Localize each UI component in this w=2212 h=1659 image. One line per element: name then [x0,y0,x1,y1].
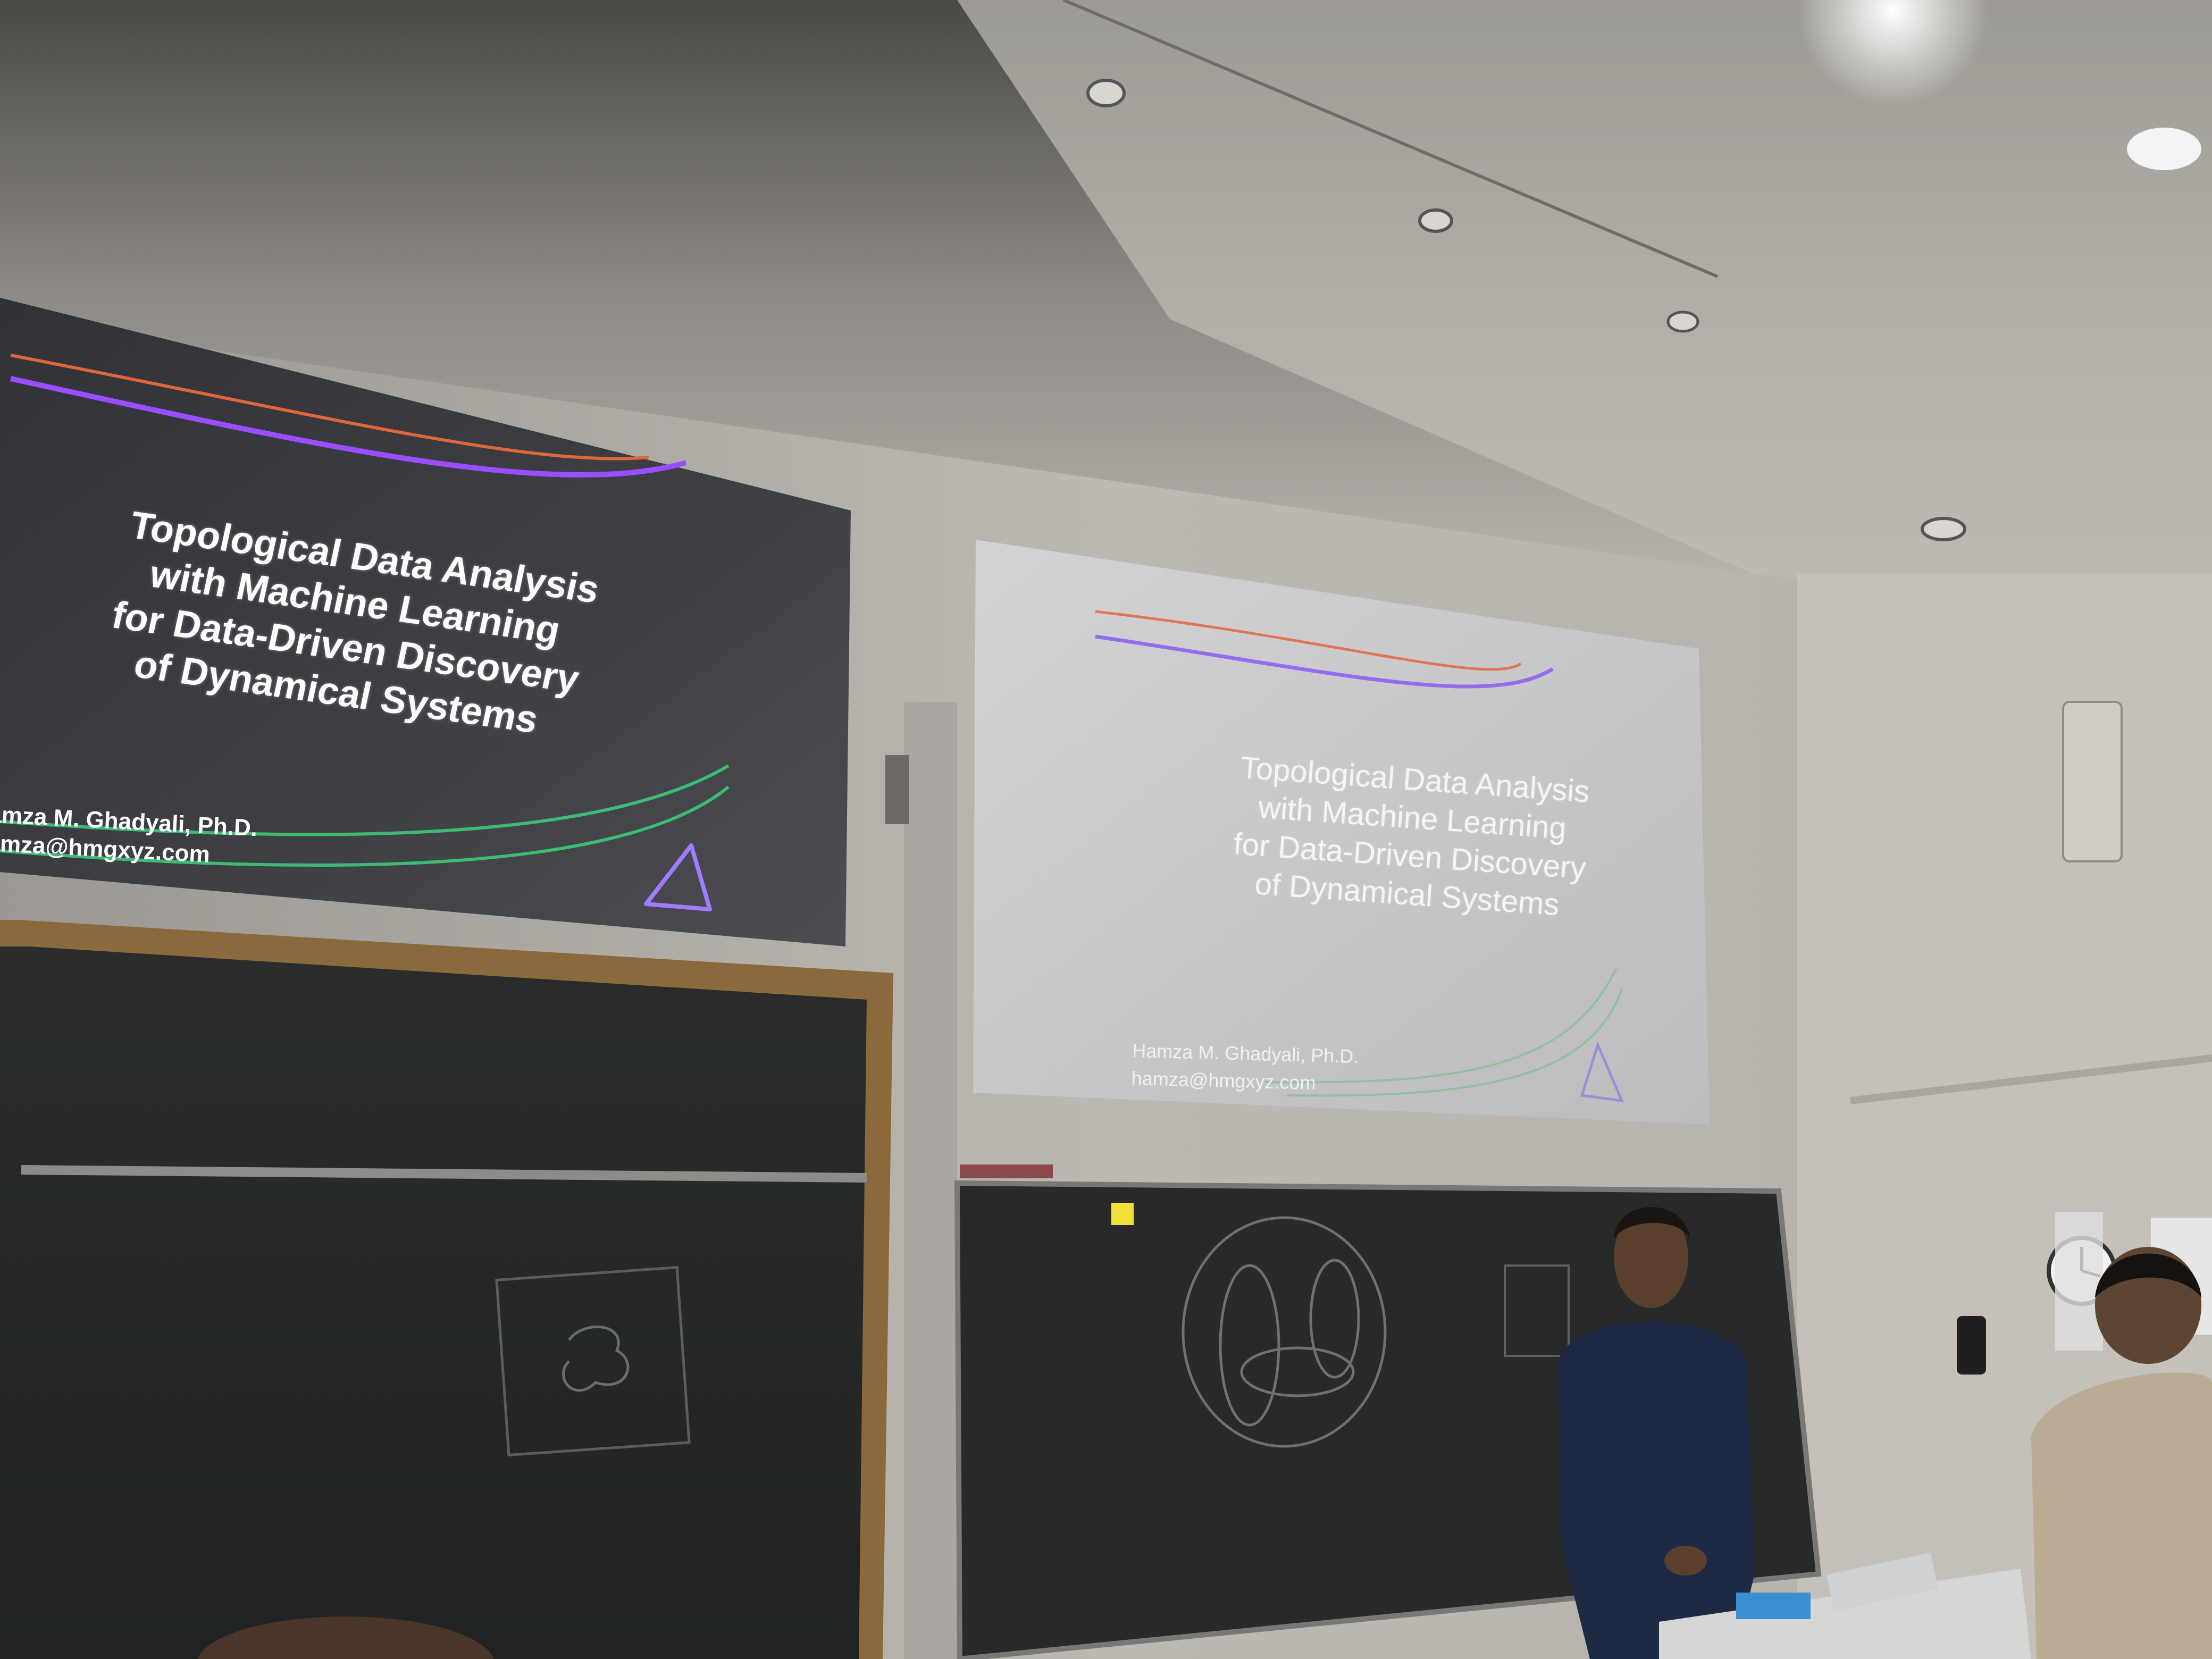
table-item [1736,1593,1811,1619]
ceiling-light [1086,79,1126,107]
lecture-hall-scene [0,0,2212,1659]
center-pillar [904,702,957,1659]
presenter-hand [1664,1546,1707,1576]
right-slide-author-block: Hamza M. Ghadyali, Ph.D. hamza@hmgxyz.co… [1131,1037,1359,1098]
ceiling-light [2127,128,2201,170]
sticky-note [1111,1203,1134,1225]
pillar-fixture [885,755,909,824]
ceiling-light [1666,311,1699,333]
audience-body [2031,1372,2212,1659]
ceiling-light [1418,208,1453,233]
wall-phone [1957,1316,1986,1375]
ceiling-light [1921,517,1966,541]
presenter-body [1558,1321,1755,1659]
wall-speaker [2062,701,2123,862]
wall-notice [2055,1212,2103,1351]
left-chalkboard [0,946,867,1659]
chalk-eraser [960,1164,1053,1178]
